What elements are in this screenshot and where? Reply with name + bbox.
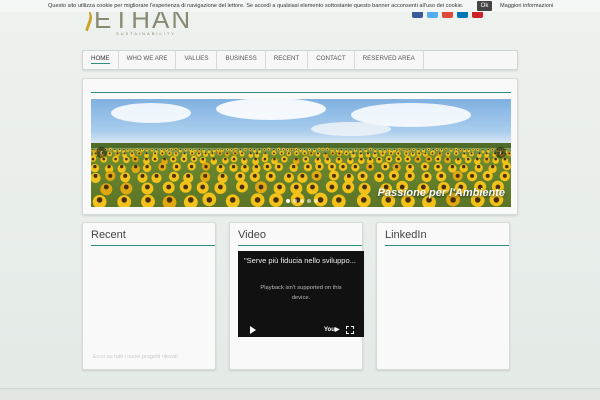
video-widget: Video "Serve più fiducia nello sviluppo.… xyxy=(229,222,364,370)
widget-title: LinkedIn xyxy=(385,229,427,241)
divider xyxy=(91,92,511,93)
slider-dot[interactable] xyxy=(307,199,311,203)
nav-item-label: CONTACT xyxy=(316,55,346,62)
video-player[interactable]: "Serve più fiducia nello sviluppo... Pla… xyxy=(238,251,364,337)
nav-item-contact[interactable]: CONTACT xyxy=(308,50,355,70)
cookie-more-link[interactable]: Maggiori informazioni xyxy=(500,3,553,9)
slider-dot[interactable] xyxy=(286,199,290,203)
image-slider[interactable]: ‹ › Passione per l'Ambiente xyxy=(91,99,511,207)
footer-edge xyxy=(0,388,600,400)
divider xyxy=(91,245,215,246)
recent-widget: Recent Ecco su tutti i nuovi progetti ri… xyxy=(82,222,216,370)
nav-item-reserved-area[interactable]: RESERVED AREA xyxy=(355,50,424,70)
cookie-banner: Questo sito utilizza cookie per migliora… xyxy=(0,0,600,12)
video-controls: You▶ xyxy=(238,323,364,337)
nav-item-label: RECENT xyxy=(273,55,300,62)
divider xyxy=(238,245,362,246)
video-title[interactable]: "Serve più fiducia nello sviluppo... xyxy=(244,256,356,265)
nav-item-business[interactable]: BUSINESS xyxy=(217,50,266,70)
nav-item-label: WHO WE ARE xyxy=(126,55,168,62)
slider-dot[interactable] xyxy=(293,199,297,203)
play-icon[interactable] xyxy=(250,326,256,334)
widget-title: Video xyxy=(238,229,266,241)
linkedin-icon[interactable] xyxy=(457,12,468,18)
divider xyxy=(385,245,509,246)
fullscreen-icon[interactable] xyxy=(346,326,354,334)
cookie-ok-button[interactable]: Ok xyxy=(477,1,492,11)
social-links xyxy=(412,12,483,18)
google-plus-icon[interactable] xyxy=(442,12,453,18)
nav-item-values[interactable]: VALUES xyxy=(176,50,218,70)
playback-message-line: Playback isn't supported on this xyxy=(260,285,342,291)
nav-item-recent[interactable]: RECENT xyxy=(266,50,309,70)
twitter-icon[interactable] xyxy=(427,12,438,18)
linkedin-widget: LinkedIn xyxy=(376,222,510,370)
nav-item-label: RESERVED AREA xyxy=(362,55,415,62)
nav-item-who-we-are[interactable]: WHO WE ARE xyxy=(119,50,177,70)
slider-dot[interactable] xyxy=(300,199,304,203)
slide-caption: Passione per l'Ambiente xyxy=(377,187,505,199)
playback-message-line: device. xyxy=(291,295,311,301)
slider-dot[interactable] xyxy=(314,199,318,203)
widget-title: Recent xyxy=(91,229,126,241)
pinterest-icon[interactable] xyxy=(472,12,483,18)
slider-pagination xyxy=(286,199,318,203)
slider-next-arrow-icon[interactable]: › xyxy=(495,147,506,158)
main-nav: HOME WHO WE ARE VALUES BUSINESS RECENT C… xyxy=(82,50,518,70)
facebook-icon[interactable] xyxy=(412,12,423,18)
youtube-icon[interactable]: You▶ xyxy=(324,326,340,333)
nav-item-label: BUSINESS xyxy=(225,55,257,62)
nav-item-label: HOME xyxy=(91,55,110,64)
slider-prev-arrow-icon[interactable]: ‹ xyxy=(96,147,107,158)
recent-item[interactable]: Ecco su tutti i nuovi progetti rilevati xyxy=(93,354,178,360)
nav-item-label: VALUES xyxy=(184,55,209,62)
playback-message: Playback isn't supported on this device. xyxy=(238,283,364,303)
cookie-text: Questo sito utilizza cookie per migliora… xyxy=(48,3,464,9)
logo-tagline: SUSTAINABILITY xyxy=(116,31,176,36)
nav-item-home[interactable]: HOME xyxy=(83,50,119,70)
slider-panel: ‹ › Passione per l'Ambiente xyxy=(82,78,518,215)
